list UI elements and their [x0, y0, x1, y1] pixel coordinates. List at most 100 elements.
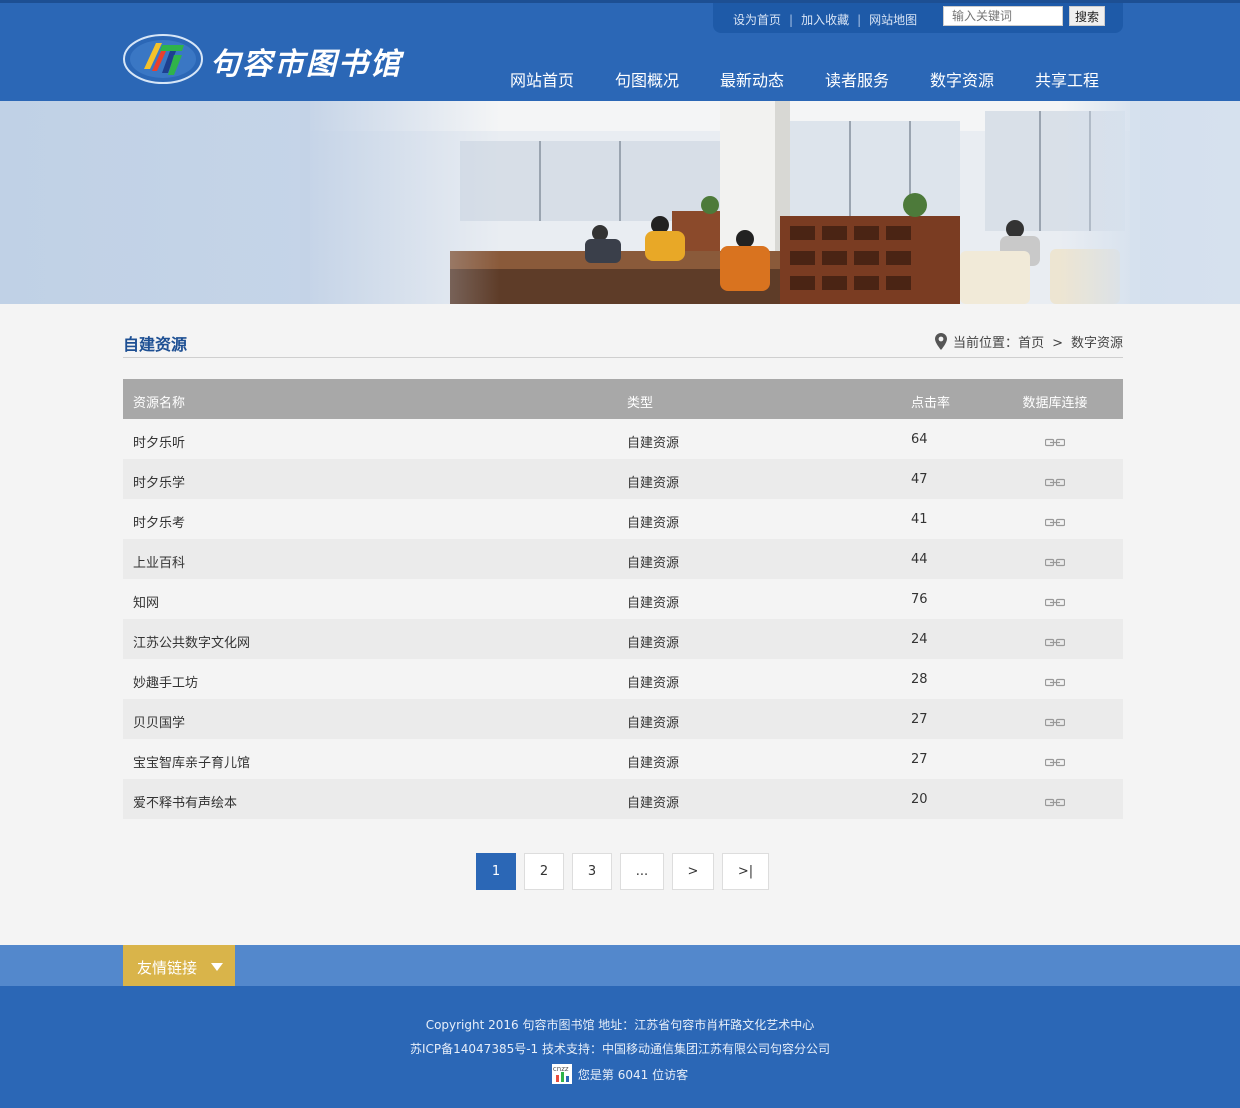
resource-name[interactable]: 上业百科	[133, 552, 185, 571]
page-2-button[interactable]: 2	[524, 853, 564, 890]
table-body: 时夕乐听 自建资源 64 时夕乐学 自建资源 47 时夕乐考 自建资源 41 上业百科 自建资源 44…	[123, 419, 1123, 819]
table-row: 时夕乐考 自建资源 41	[123, 499, 1123, 539]
resource-type: 自建资源	[627, 476, 680, 491]
resource-name[interactable]: 时夕乐学	[133, 472, 185, 491]
resource-type: 自建资源	[627, 756, 680, 771]
table-row: 贝贝国学 自建资源 27	[123, 699, 1123, 739]
search-button[interactable]: 搜索	[1069, 6, 1105, 26]
add-favorite-link[interactable]: 加入收藏	[801, 13, 849, 27]
reading-room-banner	[0, 101, 1240, 304]
database-link-icon[interactable]	[1044, 756, 1066, 771]
cnzz-counter-icon[interactable]: cnzz	[551, 1064, 572, 1084]
page-ellipsis[interactable]: ...	[620, 853, 664, 890]
caret-down-icon	[211, 963, 223, 971]
breadcrumb-current[interactable]: 数字资源	[1071, 336, 1123, 351]
database-link-icon[interactable]	[1044, 596, 1066, 611]
resource-type: 自建资源	[627, 716, 680, 731]
resource-table: 资源名称 类型 点击率 数据库连接 时夕乐听 自建资源 64 时夕乐学 自建资源 47 时夕…	[123, 379, 1123, 819]
nav-item-news[interactable]: 最新动态	[702, 67, 802, 91]
page-3-button[interactable]: 3	[572, 853, 612, 890]
resource-clicks: 20	[911, 792, 928, 807]
resource-type: 自建资源	[627, 556, 680, 571]
column-header-database-link: 数据库连接	[1022, 396, 1088, 411]
library-logo[interactable]: 句容市图书馆	[122, 33, 452, 89]
resource-name[interactable]: 贝贝国学	[133, 712, 185, 731]
resource-clicks: 76	[911, 592, 928, 607]
resource-type: 自建资源	[627, 516, 680, 531]
table-row: 时夕乐听 自建资源 64	[123, 419, 1123, 459]
database-link-icon[interactable]	[1044, 676, 1066, 691]
table-row: 宝宝智库亲子育儿馆 自建资源 27	[123, 739, 1123, 779]
nav-item-reader-services[interactable]: 读者服务	[807, 67, 907, 91]
resource-clicks: 27	[911, 712, 928, 727]
visitor-count-text: 您是第 6041 位访客	[577, 1068, 689, 1082]
database-link-icon[interactable]	[1044, 716, 1066, 731]
title-divider	[123, 357, 1123, 358]
database-link-icon[interactable]	[1044, 636, 1066, 651]
database-link-icon[interactable]	[1044, 476, 1066, 491]
resource-type: 自建资源	[627, 796, 680, 811]
resource-type: 自建资源	[627, 636, 680, 651]
breadcrumb-home-link[interactable]: 首页	[1018, 336, 1044, 351]
footer-icp: 苏ICP备14047385号-1 技术支持：中国移动通信集团江苏有限公司句容分公…	[409, 1042, 830, 1056]
resource-name[interactable]: 江苏公共数字文化网	[133, 632, 250, 651]
nav-item-sharing-project[interactable]: 共享工程	[1017, 67, 1117, 91]
table-row: 妙趣手工坊 自建资源 28	[123, 659, 1123, 699]
database-link-icon[interactable]	[1044, 796, 1066, 811]
table-header: 资源名称 类型 点击率 数据库连接	[123, 379, 1123, 419]
resource-clicks: 28	[911, 672, 928, 687]
site-footer: Copyright 2016 句容市图书馆 地址：江苏省句容市肖杆路文化艺术中心…	[0, 986, 1240, 1108]
footer-visitor-count: cnzz 您是第 6041 位访客	[0, 1064, 1240, 1084]
set-home-link[interactable]: 设为首页	[733, 13, 781, 27]
nav-item-overview[interactable]: 句图概况	[597, 67, 697, 91]
banner-photo	[300, 101, 1140, 304]
next-page-button[interactable]: >	[672, 853, 714, 890]
database-link-icon[interactable]	[1044, 436, 1066, 451]
footer-copyright: Copyright 2016 句容市图书馆 地址：江苏省句容市肖杆路文化艺术中心	[425, 1018, 815, 1032]
friend-links-label: 友情链接	[137, 959, 198, 977]
resource-clicks: 44	[911, 552, 928, 567]
divider: |	[857, 13, 862, 27]
resource-name[interactable]: 爱不释书有声绘本	[133, 792, 237, 811]
resource-clicks: 47	[911, 472, 928, 487]
section-title: 自建资源	[123, 335, 188, 354]
column-header-name: 资源名称	[133, 396, 186, 411]
search-input[interactable]	[943, 6, 1063, 26]
database-link-icon[interactable]	[1044, 556, 1066, 571]
table-row: 知网 自建资源 76	[123, 579, 1123, 619]
page-1-button[interactable]: 1	[476, 853, 516, 890]
resource-clicks: 27	[911, 752, 928, 767]
table-row: 爱不释书有声绘本 自建资源 20	[123, 779, 1123, 819]
resource-name[interactable]: 知网	[133, 592, 159, 611]
breadcrumb-prefix: 当前位置：	[953, 336, 1019, 351]
resource-clicks: 41	[911, 512, 928, 527]
sitemap-link[interactable]: 网站地图	[869, 13, 917, 27]
breadcrumb: 当前位置：首页 > 数字资源	[935, 332, 1123, 351]
table-row: 时夕乐学 自建资源 47	[123, 459, 1123, 499]
last-page-button[interactable]: >|	[722, 853, 769, 890]
resource-name[interactable]: 时夕乐听	[133, 432, 185, 451]
logo-text: 句容市图书馆	[210, 47, 402, 82]
resource-clicks: 24	[911, 632, 928, 647]
table-row: 上业百科 自建资源 44	[123, 539, 1123, 579]
divider: |	[789, 13, 794, 27]
top-utility-bar: 设为首页 | 加入收藏 | 网站地图 搜索	[713, 3, 1123, 33]
resource-name[interactable]: 时夕乐考	[133, 512, 185, 531]
nav-item-home[interactable]: 网站首页	[492, 67, 592, 91]
database-link-icon[interactable]	[1044, 516, 1066, 531]
top-links: 设为首页 | 加入收藏 | 网站地图	[733, 11, 917, 28]
logo-emblem-icon	[123, 34, 203, 84]
location-pin-icon	[935, 333, 948, 350]
column-header-clicks: 点击率	[911, 396, 951, 411]
column-header-type: 类型	[627, 396, 654, 411]
nav-item-digital-resources[interactable]: 数字资源	[912, 67, 1012, 91]
resource-type: 自建资源	[627, 676, 680, 691]
resource-type: 自建资源	[627, 436, 680, 451]
resource-type: 自建资源	[627, 596, 680, 611]
resource-clicks: 64	[911, 432, 928, 447]
resource-name[interactable]: 妙趣手工坊	[133, 672, 198, 691]
resource-name[interactable]: 宝宝智库亲子育儿馆	[133, 752, 250, 771]
table-row: 江苏公共数字文化网 自建资源 24	[123, 619, 1123, 659]
site-header: 设为首页|加入收藏|网站地图 搜索 句容市图书馆 网站首页 句图概况 最新动态 …	[0, 0, 1240, 101]
breadcrumb-separator: >	[1052, 336, 1063, 351]
